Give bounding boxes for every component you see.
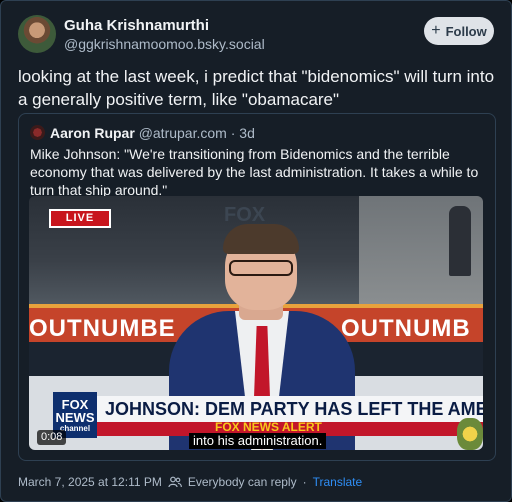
- live-badge: LIVE: [49, 209, 111, 228]
- speaker-hair: [223, 224, 299, 254]
- post-card: Guha Krishnamurthi @ggkrishnamoomoo.bsky…: [0, 0, 512, 502]
- quoted-post-age: 3d: [239, 125, 255, 141]
- quoted-post-text: Mike Johnson: "We're transitioning from …: [30, 146, 479, 198]
- author-name[interactable]: Guha Krishnamurthi: [64, 17, 209, 34]
- band-text-left: OUTNUMBE: [29, 315, 176, 342]
- reply-setting[interactable]: Everybody can reply: [188, 475, 297, 489]
- quoted-author-handle[interactable]: @atrupar.com: [139, 125, 227, 141]
- follow-label: Follow: [445, 23, 487, 39]
- fox-logo-bottom: NEWS: [55, 410, 95, 425]
- band-text-right: OUTNUMB: [341, 315, 471, 342]
- people-icon: [168, 476, 182, 488]
- author-avatar[interactable]: [18, 15, 56, 53]
- quoted-post-header: Aaron Rupar @atrupar.com · 3d: [50, 125, 255, 141]
- post-datetime[interactable]: March 7, 2025 at 12:11 PM: [18, 475, 162, 489]
- quoted-author-avatar[interactable]: [30, 125, 45, 140]
- background-person: [449, 206, 471, 276]
- video-caption: into his administration.: [189, 433, 327, 449]
- footer-separator: ·: [302, 475, 307, 489]
- header-separator: ·: [230, 125, 236, 141]
- video-player[interactable]: FOX LIVE OUTNUMBE OUTNUMB FOX NEWS chann…: [29, 196, 483, 450]
- quoted-author-name[interactable]: Aaron Rupar: [50, 125, 135, 141]
- quoted-post[interactable]: Aaron Rupar @atrupar.com · 3d Mike Johns…: [18, 113, 496, 461]
- desk-flowers: [457, 418, 483, 450]
- post-text: looking at the last week, i predict that…: [18, 67, 495, 109]
- chyron-headline: JOHNSON: DEM PARTY HAS LEFT THE AMERICAN…: [97, 396, 483, 422]
- follow-button[interactable]: + Follow: [424, 17, 494, 45]
- author-handle[interactable]: @ggkrishnamoomoo.bsky.social: [64, 36, 265, 52]
- speaker-glasses: [229, 260, 293, 276]
- post-footer: March 7, 2025 at 12:11 PM Everybody can …: [18, 475, 362, 489]
- plus-icon: +: [431, 22, 441, 39]
- video-timestamp: 0:08: [37, 430, 67, 445]
- alert-text: FOX NEWS ALERT: [215, 420, 322, 434]
- translate-link[interactable]: Translate: [313, 475, 363, 489]
